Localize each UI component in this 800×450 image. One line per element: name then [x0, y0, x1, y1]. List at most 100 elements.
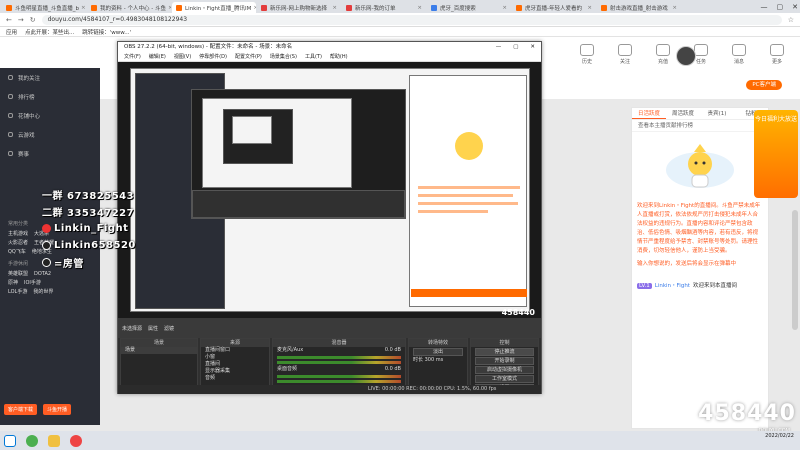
douyin-icon — [42, 258, 51, 267]
obs-menu-item[interactable]: 编辑(E) — [149, 53, 166, 61]
tab-weekly[interactable]: 周活跃度 — [666, 108, 700, 119]
user-name[interactable]: Linkin・Fight — [655, 283, 690, 289]
tab-close-icon[interactable]: × — [500, 5, 507, 11]
mixer-channel-name: 桌面音频 — [277, 366, 298, 372]
nav-message[interactable]: 消息 — [724, 44, 754, 65]
maximize-button[interactable]: ▢ — [777, 3, 784, 11]
minimize-button[interactable]: — — [761, 3, 768, 11]
browser-tab[interactable]: 斗鱼明星直播_斗鱼直播_b × — [2, 2, 86, 13]
windows-start-icon[interactable] — [4, 434, 16, 447]
favicon-icon — [91, 4, 97, 11]
reload-icon[interactable]: ↻ — [30, 16, 36, 24]
browser-tab[interactable]: Linkin・Fight直播_腾讯IM × — [172, 2, 256, 13]
browser-tab[interactable]: 虎牙_百度搜索 × — [427, 2, 511, 13]
nav-recharge[interactable]: 充值 — [648, 44, 678, 65]
client-download-button[interactable]: 客户端下载 — [4, 404, 38, 415]
sidebar-item-cloud-game[interactable]: 云游戏 — [0, 125, 100, 144]
chat-messages: 欢迎来到Linkin・Fight的直播间。斗鱼严禁未成年人直播或打赏，依法依规严… — [632, 198, 768, 277]
filters-button[interactable]: 滤镜 — [164, 325, 174, 332]
nested-screen-3 — [232, 116, 272, 144]
category-link[interactable]: 英雄联盟 — [8, 270, 28, 277]
category-link[interactable]: QQ飞车 — [8, 248, 26, 255]
folder-icon[interactable] — [48, 434, 60, 447]
tab-vip[interactable]: 贵宾(1) — [700, 108, 734, 119]
user-avatar[interactable] — [676, 46, 696, 66]
obs-menu-item[interactable]: 文件(F) — [124, 53, 141, 61]
virtual-camera-button[interactable]: 启动虚拟摄像机 — [475, 366, 534, 374]
tab-close-icon[interactable]: × — [585, 5, 592, 11]
pc-client-button[interactable]: PC客户端 — [746, 80, 782, 90]
bookmark-item[interactable]: 应用 — [6, 28, 17, 36]
browser-tab[interactable]: 新乐网-我的订单 × — [342, 2, 426, 13]
source-item[interactable]: 小窗 — [201, 354, 269, 361]
bookmark-item[interactable]: 跳转链接：'www...' — [82, 28, 131, 36]
source-item[interactable]: 显示器采集 — [201, 368, 269, 375]
obs-menu-item[interactable]: 帮助(H) — [330, 53, 348, 61]
category-link[interactable]: 我的世界 — [33, 288, 53, 295]
chrome-icon[interactable] — [26, 434, 38, 447]
obs-menu-item[interactable]: 视图(V) — [174, 53, 191, 61]
category-link[interactable]: 原神 — [8, 279, 18, 286]
obs-menu-item[interactable]: 工具(T) — [305, 53, 322, 61]
tab-close-icon[interactable]: × — [415, 5, 422, 11]
studio-mode-button[interactable]: 工作室模式 — [475, 375, 534, 383]
close-button[interactable]: ✕ — [792, 3, 798, 11]
stop-streaming-button[interactable]: 停止推流 — [475, 348, 534, 356]
nav-follow[interactable]: 关注 — [610, 44, 640, 65]
promo-banner[interactable]: 今日福利大放送 — [754, 110, 798, 198]
duration-value[interactable]: 300 ms — [425, 357, 444, 364]
obs-menu-item[interactable]: 场景集合(S) — [270, 53, 297, 61]
tab-daily[interactable]: 日活跃度 — [632, 108, 666, 119]
source-item[interactable]: 直播间 — [201, 361, 269, 368]
cloud-icon — [8, 132, 13, 137]
back-icon[interactable]: ← — [6, 16, 12, 24]
obs-icon[interactable] — [70, 434, 82, 447]
tab-close-icon[interactable]: × — [670, 5, 677, 11]
clock-date[interactable]: 2022/02/22 — [765, 433, 794, 439]
category-link[interactable]: 主机游戏 — [8, 230, 28, 237]
browser-tab[interactable]: 射击游戏直播_射击游戏 × — [597, 2, 681, 13]
source-item[interactable]: 音频 — [201, 375, 269, 382]
obs-source-toolbar: 未选择源 属性 滤镜 — [118, 318, 541, 338]
tab-close-icon[interactable]: × — [330, 5, 337, 11]
sidebar-item-follow[interactable]: 我的关注 — [0, 68, 100, 87]
favicon-icon — [261, 4, 267, 11]
start-live-button[interactable]: 斗鱼开播 — [43, 404, 72, 415]
stream-overlay: 一群 673825543 二群 335347227 Linkin_Fight L… — [42, 186, 182, 271]
sidebar-item-label: 花铺中心 — [18, 113, 41, 120]
nav-history[interactable]: 历史 — [572, 44, 602, 65]
source-item[interactable]: 直播间窗口 — [201, 347, 269, 354]
obs-menu-item[interactable]: 配置文件(P) — [235, 53, 262, 61]
category-link[interactable]: 火影忍者 — [8, 239, 28, 246]
category-link[interactable]: IOI手游 — [24, 279, 41, 286]
window-controls: — ▢ ✕ — [761, 0, 799, 13]
tab-close-icon[interactable]: × — [251, 5, 256, 11]
properties-button[interactable]: 属性 — [148, 325, 158, 332]
transition-select[interactable]: 淡出 — [413, 348, 463, 356]
obs-minimize-button[interactable]: — — [496, 42, 502, 53]
tab-close-icon[interactable]: × — [166, 5, 171, 11]
tab-close-icon[interactable]: × — [79, 5, 86, 11]
obs-menu-item[interactable]: 停靠部件(D) — [199, 53, 227, 61]
browser-tab[interactable]: 我的资料 - 个人中心 - 斗鱼 × — [87, 2, 171, 13]
obs-maximize-button[interactable]: ▢ — [513, 42, 518, 53]
bookmark-item[interactable]: 点此开展：某些出... — [25, 28, 74, 36]
sidebar-item-center[interactable]: 花铺中心 — [0, 106, 100, 125]
address-bar: ← → ↻ douyu.com/4584107_r=0.498304810812… — [0, 13, 800, 27]
category-link[interactable]: DOTA2 — [34, 271, 51, 277]
sidebar-item-rank[interactable]: 排行榜 — [0, 87, 100, 106]
rank-link[interactable]: 查看本主播贡献排行榜 — [632, 120, 768, 132]
star-icon[interactable]: ☆ — [788, 16, 794, 24]
nav-more[interactable]: 更多 — [762, 44, 792, 65]
start-recording-button[interactable]: 开始录制 — [475, 357, 534, 365]
forward-icon[interactable]: → — [18, 16, 24, 24]
page-scrollbar[interactable] — [792, 210, 798, 330]
browser-tab[interactable]: 虎牙直播-年轻人爱看的 × — [512, 2, 596, 13]
obs-close-button[interactable]: ✕ — [530, 42, 535, 53]
url-field[interactable]: douyu.com/4584107_r=0.4983048108122943 — [41, 14, 782, 25]
browser-tab[interactable]: 新乐网-网上购物新选择 × — [257, 2, 341, 13]
nested-docks — [192, 190, 405, 218]
category-link[interactable]: LOL手游 — [8, 288, 27, 295]
scene-item[interactable]: 场景 — [121, 347, 197, 354]
sidebar-item-esports[interactable]: 赛事 — [0, 144, 100, 163]
